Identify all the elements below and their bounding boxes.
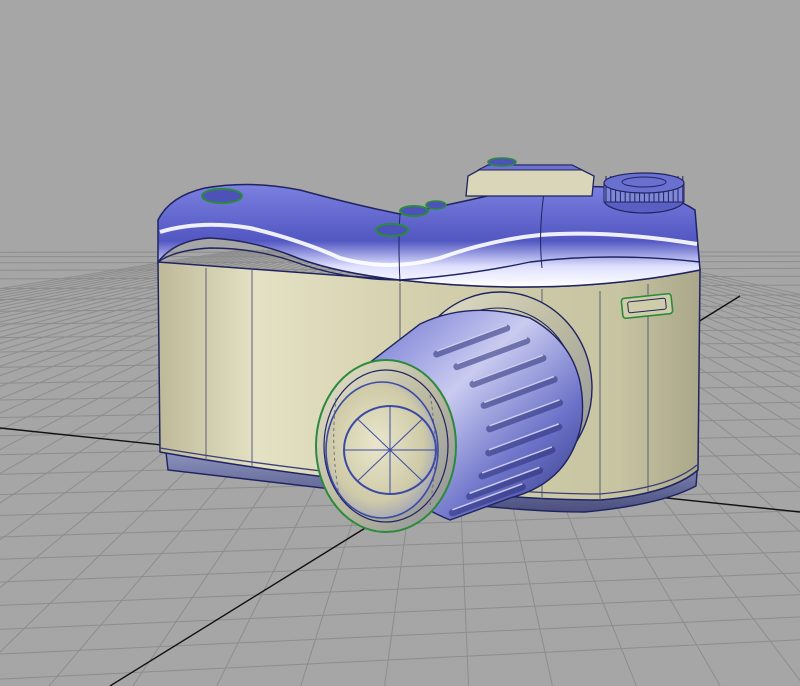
camera-model[interactable] bbox=[157, 157, 701, 533]
mode-dial[interactable] bbox=[603, 172, 685, 214]
shutter-button[interactable] bbox=[201, 188, 243, 204]
strap-lug bbox=[620, 292, 674, 320]
lens-crosshair bbox=[344, 406, 436, 494]
modeling-viewport[interactable] bbox=[0, 0, 800, 686]
